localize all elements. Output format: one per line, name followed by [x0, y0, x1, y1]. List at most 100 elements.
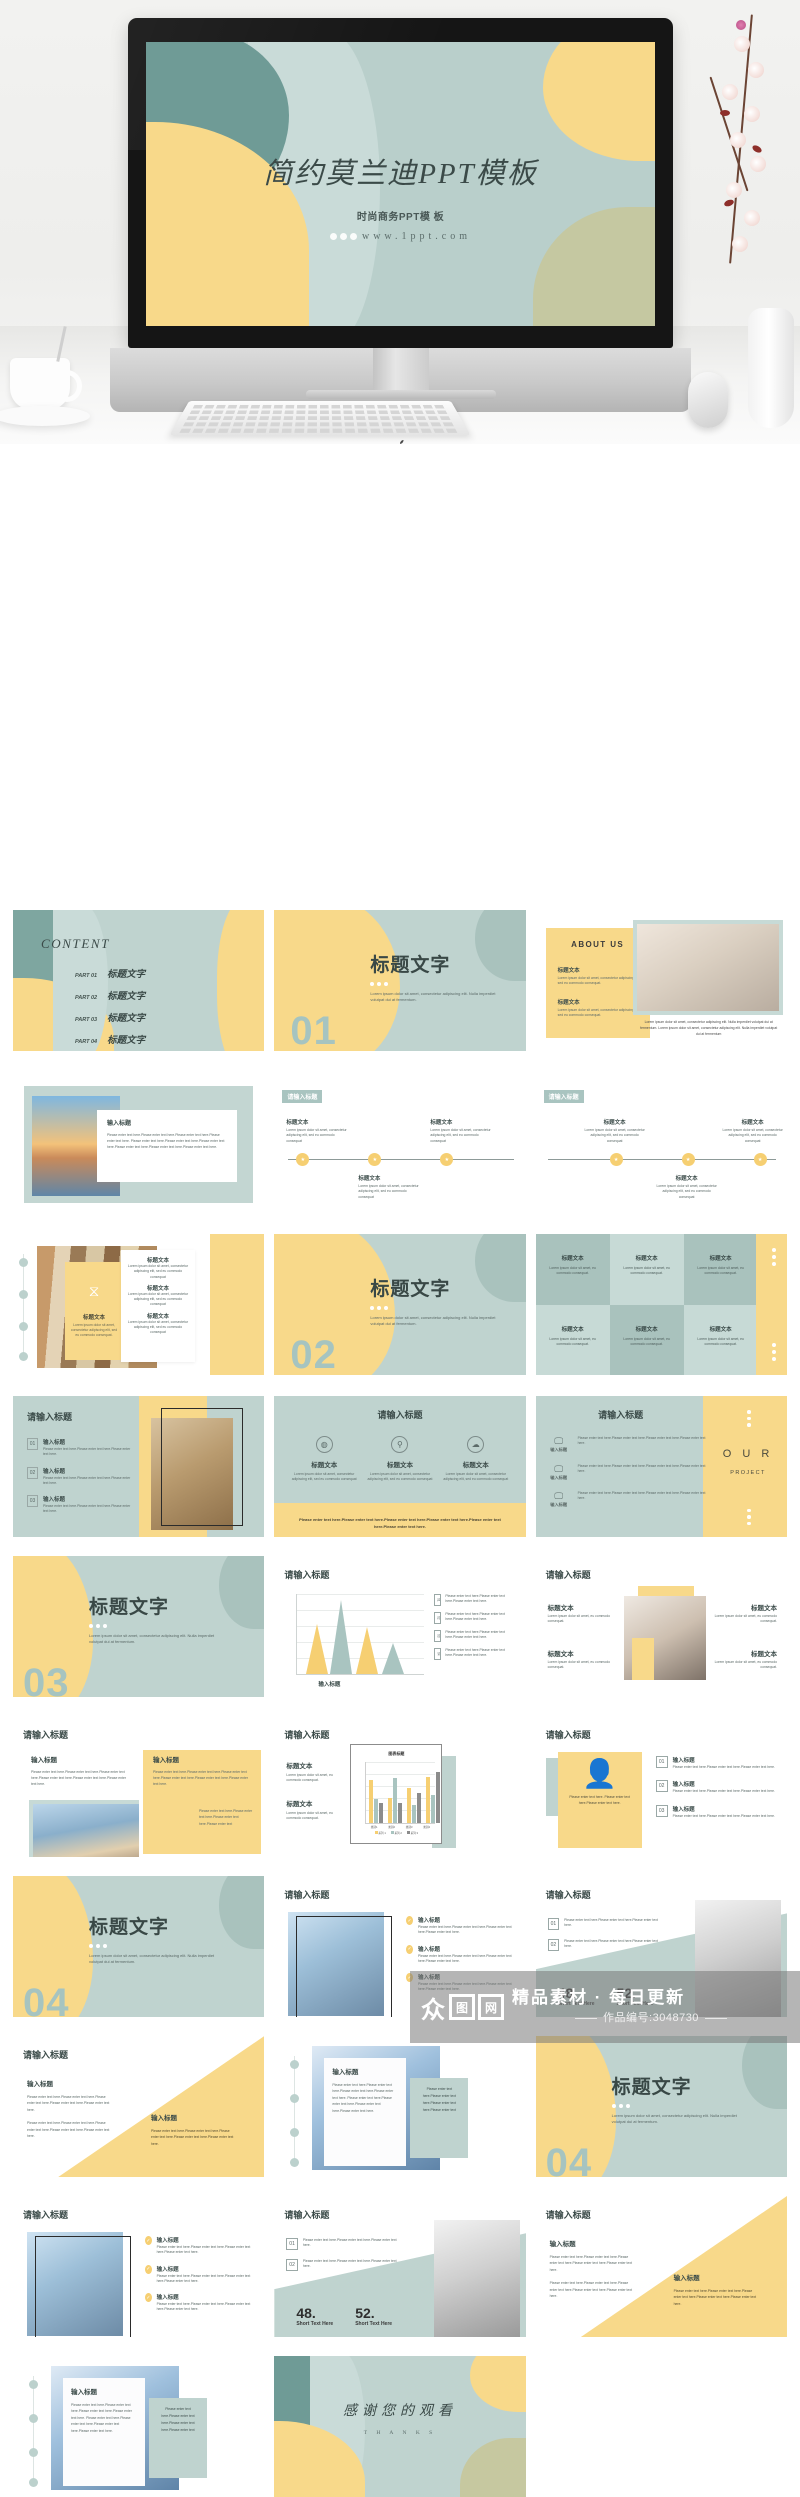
part-label: PART 04 — [75, 1039, 98, 1045]
bullet-dot — [29, 2380, 38, 2389]
bar-chart: 图表标题 类别1 类别2 类别3 类别4 系列 1 系列 2 系列 3 — [350, 1744, 443, 1844]
slide-row-6: 请输入标题 输入标题 Please enter text here.Please… — [0, 1716, 800, 1857]
list-item[interactable]: 03 输入标题 Please enter text here.Please en… — [27, 1495, 135, 1515]
col-body: Please enter text here.Please enter text… — [673, 2289, 757, 2306]
slide-heading: 请输入标题 — [27, 1412, 73, 1422]
list-item[interactable]: PART 01 标题文字 — [75, 966, 145, 980]
slide-about-us[interactable]: ABOUT US 标题文本 Lorem ipsum dolor sit amet… — [535, 910, 787, 1051]
slide-diagonal-two-col-2[interactable]: 请输入标题 输入标题 Please enter text here.Please… — [535, 2196, 787, 2337]
list-item[interactable]: PART 03 标题文字 — [75, 1010, 145, 1024]
slide-library-cards[interactable]: ⧖ 标题文本 Lorem ipsum dolor sit amet, conse… — [13, 1234, 265, 1375]
dots-icon — [747, 1410, 751, 1427]
list-item[interactable]: 04 Please enter text here.Please enter t… — [434, 1648, 518, 1660]
icon-block[interactable]: ⚲ 标题文本 Lorem ipsum dolor sit amet, conse… — [367, 1436, 433, 1483]
list-item[interactable]: 01 Please enter text here.Please enter t… — [286, 2238, 400, 2250]
grid-cell[interactable]: 标题文本 Lorem ipsum dolor sit amet, eu comm… — [683, 1234, 758, 1305]
list-item[interactable]: 02 输入标题 Please enter text here.Please en… — [27, 1466, 135, 1487]
slide-section-02[interactable]: 02 标题文字 Lorem ipsum dolor sit amet, cons… — [274, 1234, 526, 1375]
slide-image-text[interactable]: 输入标题 Please enter text here.Please enter… — [13, 1074, 265, 1215]
list-item[interactable]: ✓ 输入标题 Please enter text here.Please ent… — [145, 2264, 257, 2285]
grid-cell[interactable]: 标题文本 Lorem ipsum dolor sit amet, eu comm… — [535, 1304, 610, 1375]
slide-diagonal-two-col[interactable]: 请输入标题 输入标题 Please enter text here.Please… — [13, 2036, 265, 2177]
hero-url-row: www.1ppt.com — [146, 231, 655, 242]
list-item[interactable]: PART 02 标题文字 — [75, 988, 145, 1002]
slide-mountain-chart[interactable]: 请输入标题 输入标题 01 Please enter text here.Ple… — [274, 1556, 526, 1697]
slide-content-slide[interactable]: CONTENT PART 01 标题文字 PART 02 标题文字 PART 0… — [13, 910, 265, 1051]
slide-person-list[interactable]: 请输入标题 👤 Please enter text here. Please e… — [535, 1716, 787, 1857]
grid-cell[interactable]: 标题文本 Lorem ipsum dolor sit amet, eu comm… — [609, 1304, 684, 1375]
slide-numbered-hourglass[interactable]: 请输入标题 01 输入标题 Please enter text here.Ple… — [13, 1396, 265, 1537]
col-body-2: Please enter text here.Please enter text… — [27, 2121, 110, 2139]
bullet-dot — [29, 2448, 38, 2457]
list-item[interactable]: ✓ 输入标题 Please enter text here.Please ent… — [145, 2236, 257, 2256]
list-item[interactable]: 🖵 输入标题 Please enter text here.Please ent… — [546, 1436, 706, 1454]
grid-cell[interactable]: 标题文本 Lorem ipsum dolor sit amet, eu comm… — [609, 1234, 684, 1305]
slide-row-2: 输入标题 Please enter text here.Please enter… — [0, 1074, 800, 1215]
list-item[interactable]: ✓ 输入标题 Please enter text here.Please ent… — [406, 1916, 518, 1936]
node-title: 标题文本 — [430, 1120, 453, 1126]
icon-block[interactable]: ☁ 标题文本 Lorem ipsum dolor sit amet, conse… — [443, 1436, 509, 1483]
slide-section-04[interactable]: 04 标题文字 Lorem ipsum dolor sit amet, cons… — [13, 1876, 265, 2017]
list-item[interactable]: 02 Please enter text here.Please enter t… — [286, 2259, 400, 2271]
slide-timeline-b[interactable]: 请输入标题 ★ ★ ★ 标题文本 Lorem ipsum dolor sit a… — [535, 1074, 787, 1215]
block-body: Lorem ipsum dolor sit amet, eu commodo c… — [714, 1660, 777, 1670]
list-item[interactable]: 01 Please enter text here.Please enter t… — [434, 1594, 518, 1606]
about-image — [636, 924, 779, 1011]
list-item[interactable]: ✓ 输入标题 Please enter text here.Please ent… — [145, 2293, 257, 2313]
hero-url: www.1ppt.com — [361, 230, 471, 242]
slide-bar-chart[interactable]: 请输入标题 标题文本 Lorem ipsum dolor sit amet, e… — [274, 1716, 526, 1857]
list-item[interactable]: 01 输入标题 Please enter text here.Please en… — [27, 1438, 135, 1458]
list-item[interactable]: 02 Please enter text here.Please enter t… — [547, 1939, 662, 1951]
slide-grid-six[interactable]: 标题文本 Lorem ipsum dolor sit amet, eu comm… — [535, 1234, 787, 1375]
grid-cell[interactable]: 标题文本 Lorem ipsum dolor sit amet, eu comm… — [535, 1234, 610, 1305]
list-item[interactable]: ✓ 输入标题 Please enter text here.Please ent… — [406, 1944, 518, 1965]
slide-two-col-city[interactable]: 请输入标题 输入标题 Please enter text here.Please… — [13, 1716, 265, 1857]
grid-cell[interactable]: 标题文本 Lorem ipsum dolor sit amet, eu comm… — [683, 1304, 758, 1375]
section-title: 标题文字 — [611, 2077, 692, 2098]
block-body: Lorem ipsum dolor sit amet, eu commodo c… — [547, 1614, 611, 1624]
slide-section-01[interactable]: 01 标题文字 Lorem ipsum dolor sit amet, cons… — [274, 910, 526, 1051]
list-item[interactable]: 01 Please enter text here.Please enter t… — [547, 1918, 662, 1930]
x-tick: 类别1 — [370, 1826, 378, 1829]
block-body: Lorem ipsum dolor sit amet, consectetur … — [557, 976, 641, 986]
index-chip: 03 — [434, 1630, 442, 1642]
monitor-stand-base — [305, 390, 496, 399]
list-item[interactable]: 02 输入标题 Please enter text here.Please en… — [655, 1780, 780, 1794]
slide-three-icons[interactable]: 请输入标题 ◍ 标题文本 Lorem ipsum dolor sit amet,… — [274, 1396, 526, 1537]
list-item[interactable]: 02 Please enter text here.Please enter t… — [434, 1612, 518, 1624]
slide-stats-2[interactable]: 请输入标题 01 Please enter text here.Please e… — [274, 2196, 526, 2337]
slide-our-project[interactable]: 请输入标题 🖵 输入标题 Please enter text here.Plea… — [535, 1396, 787, 1537]
list-item[interactable]: 03 Please enter text here.Please enter t… — [434, 1630, 518, 1642]
bullet-dot — [29, 2414, 38, 2423]
mountain-chart — [296, 1594, 425, 1674]
cloud-icon: ☁ — [467, 1436, 485, 1453]
slide-row-8: 请输入标题 输入标题 Please enter text here.Please… — [0, 2036, 800, 2177]
index-chip: 02 — [286, 2259, 298, 2271]
slide-check-list-city-2[interactable]: 请输入标题 ✓ 输入标题 Please enter text here.Plea… — [13, 2196, 265, 2337]
node-body: Lorem ipsum dolor sit amet, consectetur … — [656, 1184, 717, 1199]
slide-heading: 请输入标题 — [284, 2210, 330, 2220]
slide-building-card-2[interactable]: 输入标题 Please enter text here.Please enter… — [13, 2356, 265, 2497]
node-title: 标题文本 — [675, 1176, 698, 1182]
slide-timeline-a[interactable]: 请输入标题 ★ ★ ★ 标题文本 Lorem ipsum dolor sit a… — [274, 1074, 526, 1215]
list-item[interactable]: 01 输入标题 Please enter text here.Please en… — [655, 1756, 780, 1770]
slide-building-card[interactable]: 输入标题 Please enter text here.Please enter… — [274, 2036, 526, 2177]
cell-title: 标题文本 — [635, 1326, 658, 1333]
slide-laptop-four-text[interactable]: 请输入标题 标题文本 Lorem ipsum dolor sit amet, e… — [535, 1556, 787, 1697]
list-item[interactable]: PART 04 标题文字 — [75, 1032, 145, 1046]
item-body: Please enter text here.Please enter text… — [302, 2238, 397, 2248]
part-label: PART 02 — [75, 995, 98, 1001]
slide-thanks[interactable]: 感谢您的观看 T H A N K S — [274, 2356, 526, 2497]
legend-label: 系列 3 — [410, 1832, 418, 1835]
icon-title: 标题文本 — [386, 1462, 413, 1469]
item-title: 输入标题 — [417, 1918, 440, 1924]
bullet-dot — [19, 1258, 28, 1267]
apple-logo-icon — [392, 440, 409, 444]
list-item[interactable]: 03 输入标题 Please enter text here.Please en… — [655, 1804, 780, 1819]
side-note: Please enter text here.Please enter text… — [199, 1809, 253, 1826]
list-item[interactable]: 🖵 输入标题 Please enter text here.Please ent… — [546, 1491, 706, 1509]
icon-block[interactable]: ◍ 标题文本 Lorem ipsum dolor sit amet, conse… — [291, 1436, 357, 1483]
list-item[interactable]: 🖵 输入标题 Please enter text here.Please ent… — [546, 1464, 706, 1482]
slide-section-04b[interactable]: 04 标题文字 Lorem ipsum dolor sit amet, cons… — [535, 2036, 787, 2177]
slide-section-03[interactable]: 03 标题文字 Lorem ipsum dolor sit amet, cons… — [13, 1556, 265, 1697]
